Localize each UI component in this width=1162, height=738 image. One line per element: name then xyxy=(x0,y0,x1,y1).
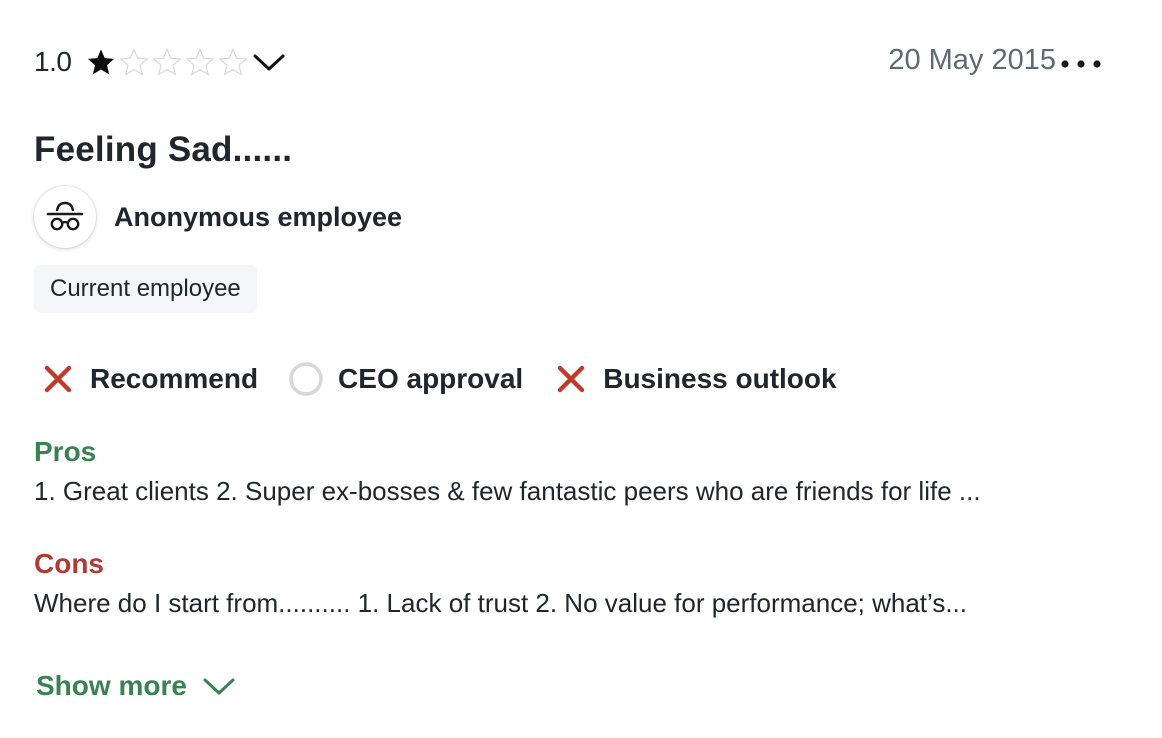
rating-row: 1.0 xyxy=(34,40,287,84)
empty-circle-icon xyxy=(288,361,324,397)
show-more-label: Show more xyxy=(36,670,187,701)
review-title: Feeling Sad...... xyxy=(34,130,293,169)
employment-status-label: Current employee xyxy=(50,275,241,302)
more-options-button[interactable] xyxy=(1058,50,1104,78)
cons-heading: Cons xyxy=(34,548,104,579)
pros-text: 1. Great clients 2. Super ex-bosses & fe… xyxy=(34,476,981,506)
indicator-recommend: Recommend xyxy=(40,361,258,397)
star-empty-icon xyxy=(119,47,150,76)
anonymous-incognito-icon xyxy=(46,201,84,231)
review-card: 1.0 20 May 2015 Feeling Sad...... Anonym… xyxy=(34,0,1114,738)
avatar xyxy=(34,186,96,248)
star-empty-icon xyxy=(152,47,183,76)
star-empty-icon xyxy=(218,47,249,76)
cons-text: Where do I start from.......... 1. Lack … xyxy=(34,588,968,618)
star-empty-icon xyxy=(185,47,216,76)
star-rating xyxy=(85,46,249,78)
indicator-label: CEO approval xyxy=(338,363,524,394)
author-name: Anonymous employee xyxy=(114,201,403,232)
indicator-business-outlook: Business outlook xyxy=(553,361,837,397)
show-more-button[interactable]: Show more xyxy=(36,664,237,708)
x-mark-icon xyxy=(553,361,589,397)
review-date: 20 May 2015 xyxy=(888,44,1056,76)
indicator-label: Recommend xyxy=(90,363,259,394)
indicator-label: Business outlook xyxy=(603,363,837,394)
indicator-ceo-approval: CEO approval xyxy=(288,361,523,397)
rating-details-toggle[interactable] xyxy=(251,44,287,80)
chevron-down-icon xyxy=(201,668,237,704)
review-indicators: Recommend CEO approval Business outlook xyxy=(40,356,867,402)
author-row: Anonymous employee xyxy=(34,185,402,249)
employment-status-badge: Current employee xyxy=(34,265,257,313)
rating-value: 1.0 xyxy=(34,46,72,77)
more-dots-icon xyxy=(1061,60,1101,68)
chevron-down-icon xyxy=(253,54,285,71)
x-mark-icon xyxy=(40,361,76,397)
pros-heading: Pros xyxy=(34,436,97,467)
star-filled-icon xyxy=(88,49,115,75)
